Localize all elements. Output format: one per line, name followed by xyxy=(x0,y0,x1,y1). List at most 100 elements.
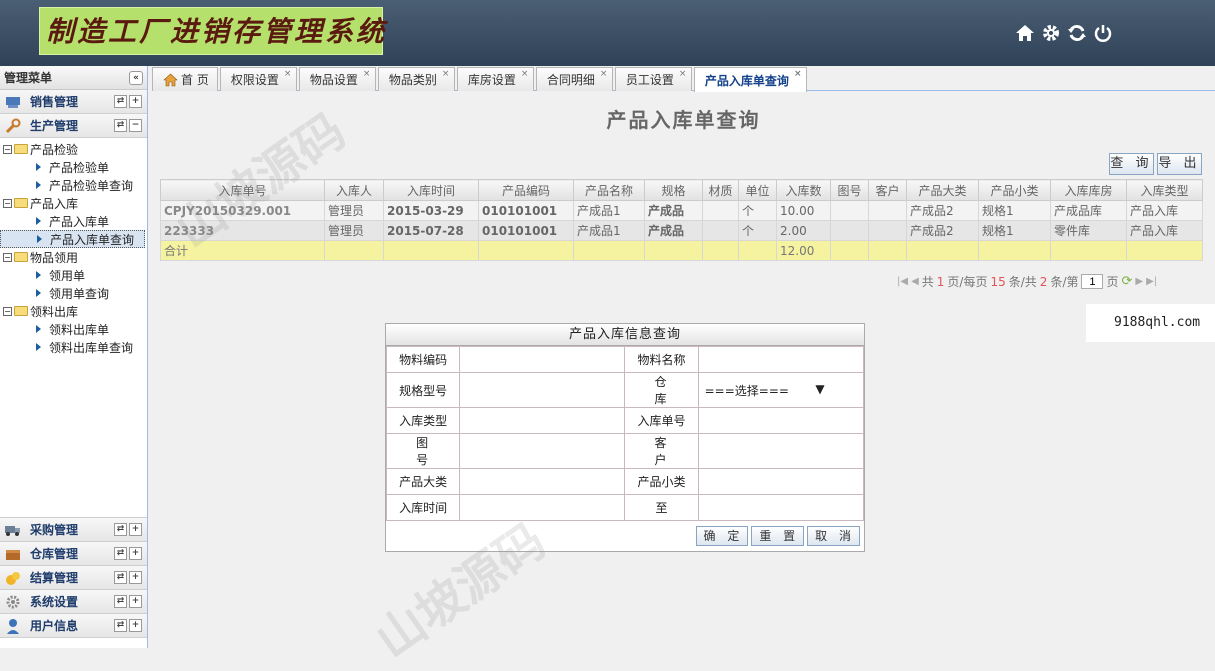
text-input[interactable] xyxy=(459,494,626,521)
refresh-group-icon[interactable]: ⇄ xyxy=(114,619,127,632)
tab-3[interactable]: 物品类别 × xyxy=(377,67,455,91)
column-header[interactable]: 客户 xyxy=(868,179,907,201)
text-input[interactable] xyxy=(697,407,865,434)
close-tab-icon[interactable]: × xyxy=(284,70,293,79)
tree-item[interactable]: 领用单查询 xyxy=(0,284,147,302)
column-header[interactable]: 材质 xyxy=(702,179,739,201)
tab-2[interactable]: 物品设置 × xyxy=(298,67,376,91)
refresh-group-icon[interactable]: ⇄ xyxy=(114,95,127,108)
refresh-icon[interactable] xyxy=(1066,20,1088,46)
column-header[interactable]: 产品大类 xyxy=(906,179,979,201)
tree-item[interactable]: 产品检验单 xyxy=(0,158,147,176)
tab-0[interactable]: 首 页 xyxy=(152,67,218,91)
column-header[interactable]: 单位 xyxy=(738,179,777,201)
column-header[interactable]: 入库数 xyxy=(776,179,831,201)
dropdown-arrow-icon[interactable]: ▼ xyxy=(815,382,824,399)
tree-item[interactable]: 产品检验单查询 xyxy=(0,176,147,194)
tree-folder[interactable]: − 产品检验 xyxy=(0,140,147,158)
last-page-icon[interactable]: ▶| xyxy=(1146,276,1157,287)
menu-group-bottom-0[interactable]: 采购管理 ⇄ + xyxy=(0,518,147,542)
column-header[interactable]: 入库单号 xyxy=(160,179,325,201)
refresh-group-icon[interactable]: ⇄ xyxy=(114,571,127,584)
column-header[interactable]: 入库类型 xyxy=(1126,179,1203,201)
table-cell: 223333 xyxy=(160,220,325,241)
text-input[interactable] xyxy=(459,372,626,408)
text-input[interactable] xyxy=(697,433,865,469)
tree-folder[interactable]: − 领料出库 xyxy=(0,302,147,320)
column-header[interactable]: 入库人 xyxy=(324,179,384,201)
menu-group-top-0[interactable]: 销售管理 ⇄ + xyxy=(0,90,147,114)
menu-group-bottom-1[interactable]: 仓库管理 ⇄ + xyxy=(0,542,147,566)
tab-1[interactable]: 权限设置 × xyxy=(219,67,297,91)
expand-group-icon[interactable]: + xyxy=(129,95,142,108)
tree-label: 领料出库单 xyxy=(49,322,110,337)
menu-group-bottom-2[interactable]: 结算管理 ⇄ + xyxy=(0,566,147,590)
gear-icon[interactable] xyxy=(1040,20,1062,46)
tab-5[interactable]: 合同明细 × xyxy=(535,67,613,91)
query-button[interactable]: 查 询 xyxy=(1109,153,1154,175)
cancel-button[interactable]: 取 消 xyxy=(807,526,860,546)
warehouse-select[interactable]: ===选择=== ▼ xyxy=(697,372,865,408)
close-tab-icon[interactable]: × xyxy=(794,70,803,79)
close-tab-icon[interactable]: × xyxy=(600,70,609,79)
expand-group-icon[interactable]: + xyxy=(129,595,142,608)
column-header[interactable]: 规格 xyxy=(644,179,703,201)
tree-item[interactable]: 领料出库单查询 xyxy=(0,338,147,356)
expand-group-icon[interactable]: + xyxy=(129,523,142,536)
tree-item[interactable]: 领用单 xyxy=(0,266,147,284)
go-page-icon[interactable]: ⟳ xyxy=(1122,274,1133,289)
text-input[interactable] xyxy=(697,468,865,495)
text-input[interactable] xyxy=(697,494,865,521)
close-tab-icon[interactable]: × xyxy=(442,70,451,79)
table-row[interactable]: 223333 管理员 2015-07-28 010101001 产成品1 产成品 个 2.00… xyxy=(160,220,1203,241)
close-tab-icon[interactable]: × xyxy=(521,70,530,79)
tree-item[interactable]: 领料出库单 xyxy=(0,320,147,338)
confirm-button[interactable]: 确 定 xyxy=(695,526,749,546)
home-icon[interactable] xyxy=(1014,20,1036,46)
first-page-icon[interactable]: |◀ xyxy=(897,276,908,287)
collapse-node-icon[interactable]: − xyxy=(3,306,12,316)
export-button[interactable]: 导 出 xyxy=(1157,153,1202,175)
tree-folder[interactable]: − 产品入库 xyxy=(0,194,147,212)
collapse-group-icon[interactable]: − xyxy=(129,119,142,132)
collapse-sidebar-button[interactable]: « xyxy=(129,71,143,85)
tree-folder[interactable]: − 物品领用 xyxy=(0,248,147,266)
prev-page-icon[interactable]: ◀ xyxy=(911,276,919,287)
table-row[interactable]: CPJY20150329.001 管理员 2015-03-29 010101001 产成… xyxy=(160,200,1203,221)
column-header[interactable]: 产品名称 xyxy=(573,179,645,201)
column-header[interactable]: 入库时间 xyxy=(383,179,479,201)
menu-group-top-1[interactable]: 生产管理 ⇄ − xyxy=(0,114,147,138)
next-page-icon[interactable]: ▶ xyxy=(1135,276,1143,287)
close-tab-icon[interactable]: × xyxy=(363,70,372,79)
tab-6[interactable]: 员工设置 × xyxy=(614,67,692,91)
text-input[interactable] xyxy=(459,407,626,434)
column-header[interactable]: 产品编码 xyxy=(478,179,574,201)
text-input[interactable] xyxy=(459,468,626,495)
expand-group-icon[interactable]: + xyxy=(129,571,142,584)
tree-item[interactable]: 产品入库单 xyxy=(0,212,147,230)
column-header[interactable]: 图号 xyxy=(830,179,869,201)
collapse-node-icon[interactable]: − xyxy=(3,144,12,154)
power-icon[interactable] xyxy=(1092,20,1114,46)
expand-group-icon[interactable]: + xyxy=(129,619,142,632)
refresh-group-icon[interactable]: ⇄ xyxy=(114,595,127,608)
collapse-node-icon[interactable]: − xyxy=(3,252,12,262)
column-header[interactable]: 产品小类 xyxy=(978,179,1051,201)
collapse-node-icon[interactable]: − xyxy=(3,198,12,208)
text-input[interactable] xyxy=(459,433,626,469)
menu-group-bottom-3[interactable]: 系统设置 ⇄ + xyxy=(0,590,147,614)
tab-7[interactable]: 产品入库单查询 × xyxy=(693,67,807,92)
close-tab-icon[interactable]: × xyxy=(679,70,688,79)
refresh-group-icon[interactable]: ⇄ xyxy=(114,119,127,132)
text-input[interactable] xyxy=(459,346,626,373)
refresh-group-icon[interactable]: ⇄ xyxy=(114,547,127,560)
refresh-group-icon[interactable]: ⇄ xyxy=(114,523,127,536)
column-header[interactable]: 入库库房 xyxy=(1050,179,1127,201)
reset-button[interactable]: 重 置 xyxy=(751,526,805,546)
text-input[interactable] xyxy=(697,346,865,373)
expand-group-icon[interactable]: + xyxy=(129,547,142,560)
page-number-input[interactable] xyxy=(1081,274,1104,289)
tree-item[interactable]: 产品入库单查询 xyxy=(0,230,145,248)
tab-4[interactable]: 库房设置 × xyxy=(456,67,534,91)
menu-group-bottom-4[interactable]: 用户信息 ⇄ + xyxy=(0,614,147,638)
